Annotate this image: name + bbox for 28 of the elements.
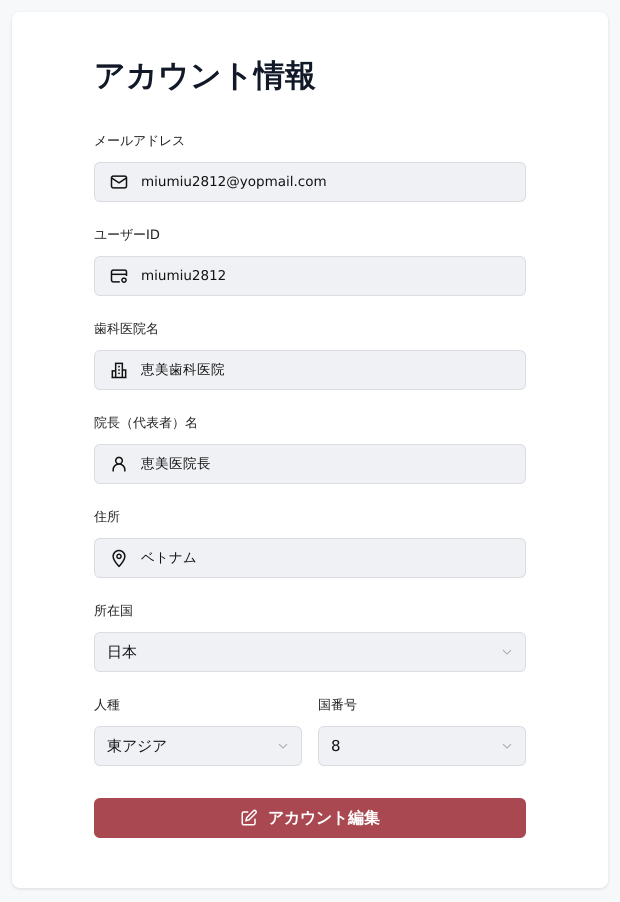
field-value: ベトナム — [141, 549, 197, 567]
field-label: 所在国 — [94, 603, 133, 621]
field-value: miumiu2812@yopmail.com — [141, 174, 327, 190]
page-title: アカウント情報 — [94, 57, 317, 96]
field-value: 恵美歯科医院 — [141, 361, 225, 379]
field-label: 国番号 — [318, 697, 357, 715]
selected-value: 日本 — [107, 642, 137, 662]
input-field[interactable]: 恵美歯科医院 — [94, 350, 526, 390]
dropdown[interactable]: 8 — [318, 726, 526, 766]
field-value: miumiu2812 — [141, 268, 226, 284]
input-field[interactable]: 恵美医院長 — [94, 444, 526, 484]
edit-icon — [240, 809, 258, 827]
input-field[interactable]: miumiu2812 — [94, 256, 526, 296]
dropdown[interactable]: 日本 — [94, 632, 526, 672]
input-field[interactable]: miumiu2812@yopmail.com — [94, 162, 526, 202]
field-label: 人種 — [94, 697, 120, 715]
field-label: 院長（代表者）名 — [94, 415, 198, 433]
field-label: 歯科医院名 — [94, 321, 159, 339]
edit-account-button[interactable]: アカウント編集 — [94, 798, 526, 838]
selected-value: 8 — [331, 737, 341, 755]
dropdown[interactable]: 東アジア — [94, 726, 302, 766]
field-label: メールアドレス — [94, 133, 185, 151]
selected-value: 東アジア — [107, 736, 167, 756]
input-field[interactable]: ベトナム — [94, 538, 526, 578]
field-value: 恵美医院長 — [141, 455, 211, 473]
field-label: ユーザーID — [94, 227, 160, 245]
field-label: 住所 — [94, 509, 120, 527]
building-icon — [109, 360, 129, 380]
